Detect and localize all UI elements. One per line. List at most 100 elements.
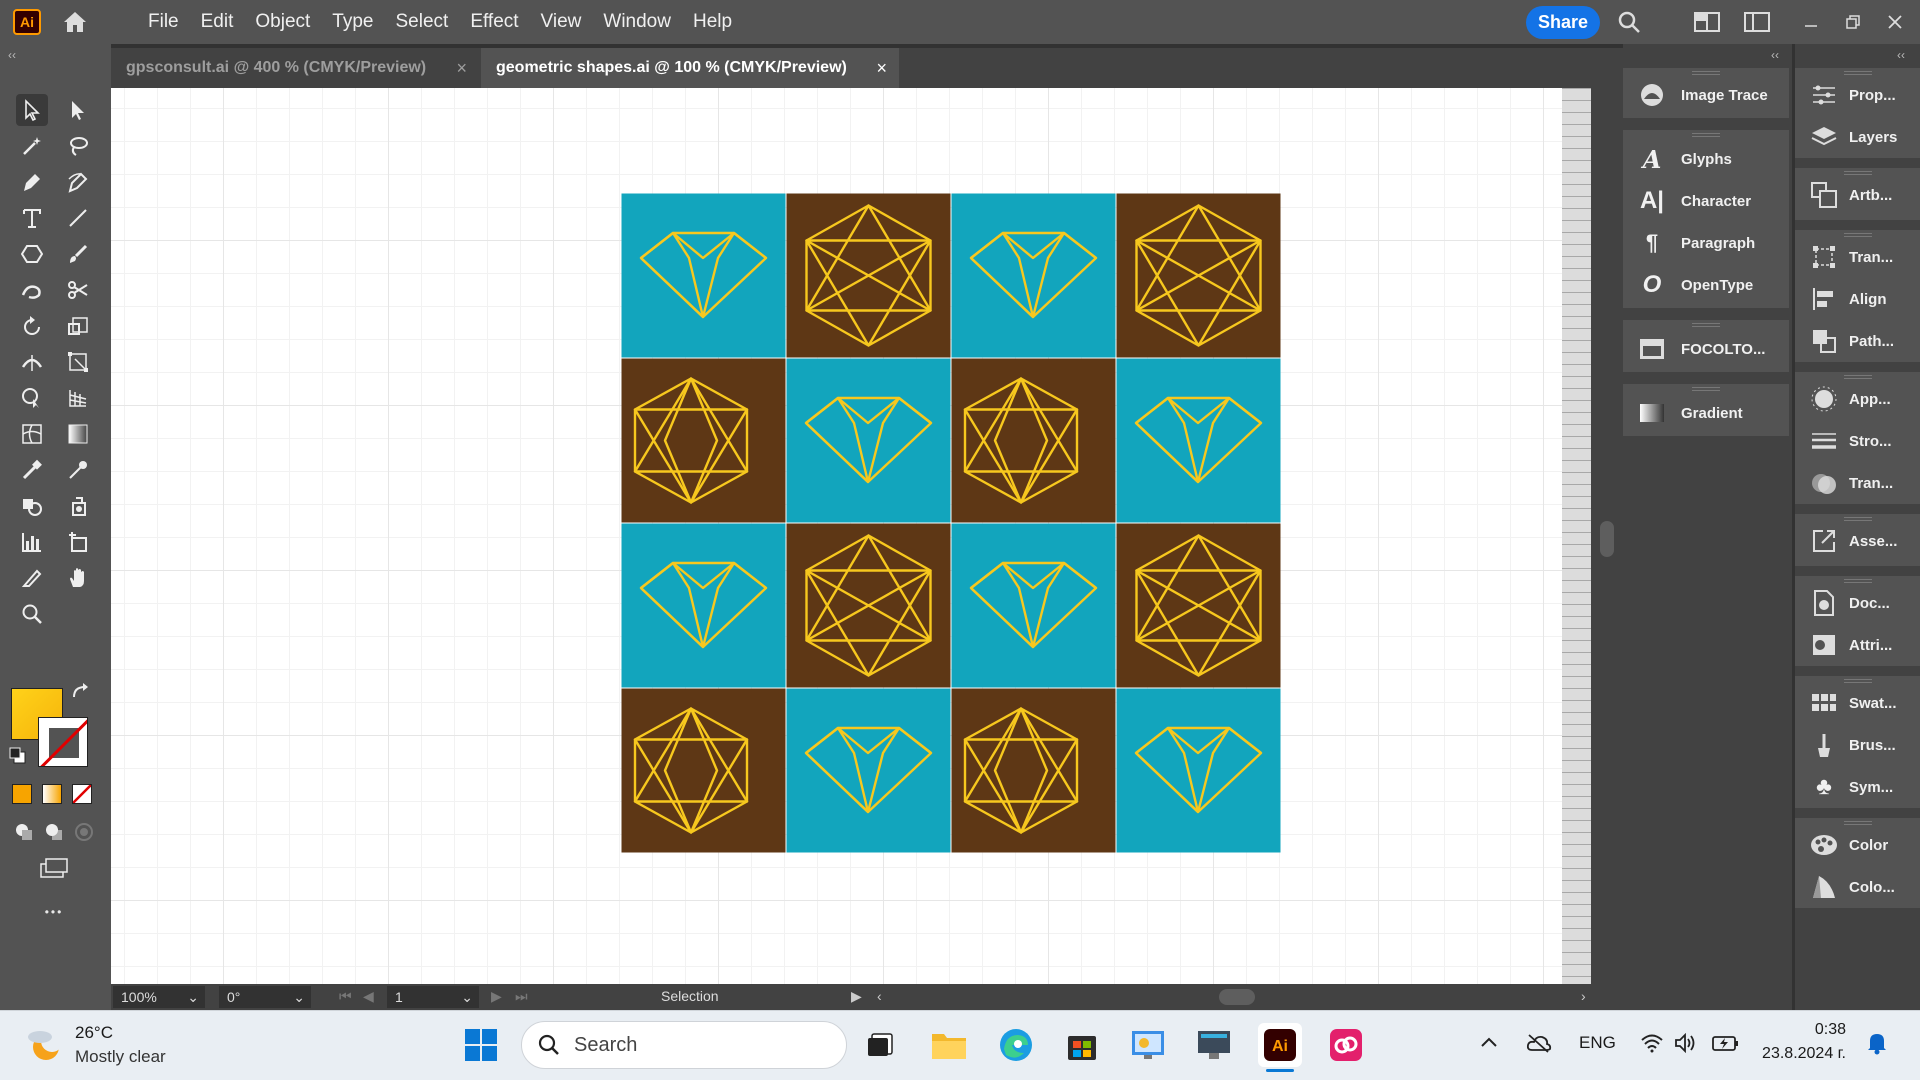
blend-tool[interactable] [16,454,48,486]
draw-behind-button[interactable] [38,816,70,848]
restore-button[interactable] [1836,6,1870,38]
panel-align[interactable]: Align [1809,284,1887,314]
drag-grip[interactable] [1843,233,1872,237]
panel-glyphs[interactable]: A Glyphs [1637,144,1732,174]
curvature-tool[interactable] [62,166,94,198]
creative-cloud-app[interactable] [1324,1023,1368,1067]
panel-focolto-library[interactable]: FOCOLTO... [1637,334,1765,364]
line-segment-tool[interactable] [62,202,94,234]
panel-brushes[interactable]: Brus... [1809,730,1896,760]
artboard-number-select[interactable]: 1 ⌄ [387,986,479,1008]
collapse-toolbar-icon[interactable]: ‹‹ [8,48,16,62]
onedrive-status[interactable] [1526,1033,1552,1058]
wifi-status[interactable] [1640,1033,1664,1058]
menu-window[interactable]: Window [592,0,682,44]
perspective-grid-tool[interactable] [62,382,94,414]
symbol-sprayer-tool[interactable] [62,490,94,522]
drag-grip[interactable] [1843,579,1872,583]
pattern-tile-hexagon[interactable] [1116,193,1281,358]
drag-grip[interactable] [1843,517,1872,521]
horizontal-scrollbar-thumb[interactable] [1219,989,1255,1005]
taskbar-search-box[interactable]: Search [521,1021,847,1069]
zoom-tool[interactable] [16,598,48,630]
menu-help[interactable]: Help [682,0,743,44]
panel-artboards[interactable]: Artb... [1809,180,1892,210]
paintbrush-tool[interactable] [62,238,94,270]
menu-type[interactable]: Type [321,0,384,44]
drag-grip[interactable] [1692,323,1720,327]
panel-color[interactable]: Color [1809,830,1888,860]
weather-widget[interactable] [26,1027,64,1070]
previous-artboard-icon[interactable]: ◀ [363,988,374,1005]
direct-selection-tool[interactable] [62,94,94,126]
pattern-tile-star[interactable] [621,688,786,853]
pattern-tile-hexagon[interactable] [786,193,951,358]
task-view-button[interactable] [859,1023,903,1067]
tab-close-icon[interactable]: × [876,58,887,79]
panel-properties[interactable]: Prop... [1809,80,1896,110]
scroll-left-icon[interactable]: ‹ [877,988,882,1004]
document-tab-geometric-shapes[interactable]: geometric shapes.ai @ 100 % (CMYK/Previe… [481,48,899,88]
pattern-tile-hexagon[interactable] [786,523,951,688]
shape-tool[interactable] [16,238,48,270]
collapse-panels-icon[interactable]: ‹‹ [1771,48,1779,62]
panel-appearance[interactable]: App... [1809,384,1891,414]
type-tool[interactable] [16,202,48,234]
notifications-button[interactable] [1866,1031,1888,1060]
panel-gradient[interactable]: Gradient [1637,398,1743,428]
last-artboard-icon[interactable]: ⏭ [515,988,528,1005]
battery-status[interactable] [1712,1033,1740,1058]
draw-normal-button[interactable] [8,816,40,848]
gradient-tool[interactable] [62,418,94,450]
clock-date[interactable]: 23.8.2024 г. [1754,1045,1846,1063]
edit-toolbar-button[interactable]: ••• [38,896,70,928]
drag-grip[interactable] [1843,375,1872,379]
pattern-tile-diamond[interactable] [786,688,951,853]
pattern-tile-diamond[interactable] [1116,688,1281,853]
zoom-level-select[interactable]: 100% ⌄ [113,986,205,1008]
file-explorer-app[interactable] [927,1023,971,1067]
document-tab-gpsconsult[interactable]: gpsconsult.ai @ 400 % (CMYK/Preview) × [111,48,479,88]
pattern-tile-diamond[interactable] [951,523,1116,688]
scrollbar-thumb[interactable] [1600,521,1614,557]
selection-tool[interactable] [16,94,48,126]
minimize-button[interactable] [1794,6,1828,38]
artboard-canvas[interactable] [111,88,1591,984]
panel-transform[interactable]: Tran... [1809,242,1893,272]
drag-grip[interactable] [1692,71,1720,75]
tab-close-icon[interactable]: × [456,58,467,79]
edge-browser-app[interactable] [994,1023,1038,1067]
default-colors-button[interactable] [8,746,28,766]
shape-builder-tool[interactable] [16,382,48,414]
collapse-panels-icon[interactable]: ‹‹ [1897,48,1905,62]
panel-swatches[interactable]: Swat... [1809,688,1897,718]
draw-inside-button[interactable] [68,816,100,848]
rotation-select[interactable]: 0° ⌄ [219,986,311,1008]
drag-grip[interactable] [1843,71,1872,75]
pattern-tile-star[interactable] [951,688,1116,853]
pattern-tile-diamond[interactable] [1116,358,1281,523]
pen-tool[interactable] [16,166,48,198]
menu-object[interactable]: Object [244,0,321,44]
scroll-right-icon[interactable]: › [1581,988,1586,1004]
close-window-button[interactable] [1878,6,1912,38]
panel-stroke[interactable]: Stro... [1809,426,1892,456]
shaper-tool[interactable] [16,274,48,306]
pattern-tile-diamond[interactable] [951,193,1116,358]
menu-select[interactable]: Select [385,0,460,44]
artboard-tool[interactable] [62,526,94,558]
pattern-tile-hexagon[interactable] [1116,523,1281,688]
drag-grip[interactable] [1843,821,1872,825]
drag-grip[interactable] [1692,133,1720,137]
panel-pathfinder[interactable]: Path... [1809,326,1894,356]
screen-mode-button[interactable] [38,852,70,884]
menu-file[interactable]: File [137,0,190,44]
workspace-switcher[interactable] [1740,6,1774,38]
panel-symbols[interactable]: ♣ Sym... [1809,772,1893,802]
drag-grip[interactable] [1692,387,1720,391]
swap-fill-stroke-button[interactable] [70,682,90,702]
live-paint-tool[interactable] [16,490,48,522]
next-artboard-icon[interactable]: ▶ [491,988,502,1005]
pattern-tile-diamond[interactable] [621,193,786,358]
start-button[interactable] [459,1023,503,1067]
